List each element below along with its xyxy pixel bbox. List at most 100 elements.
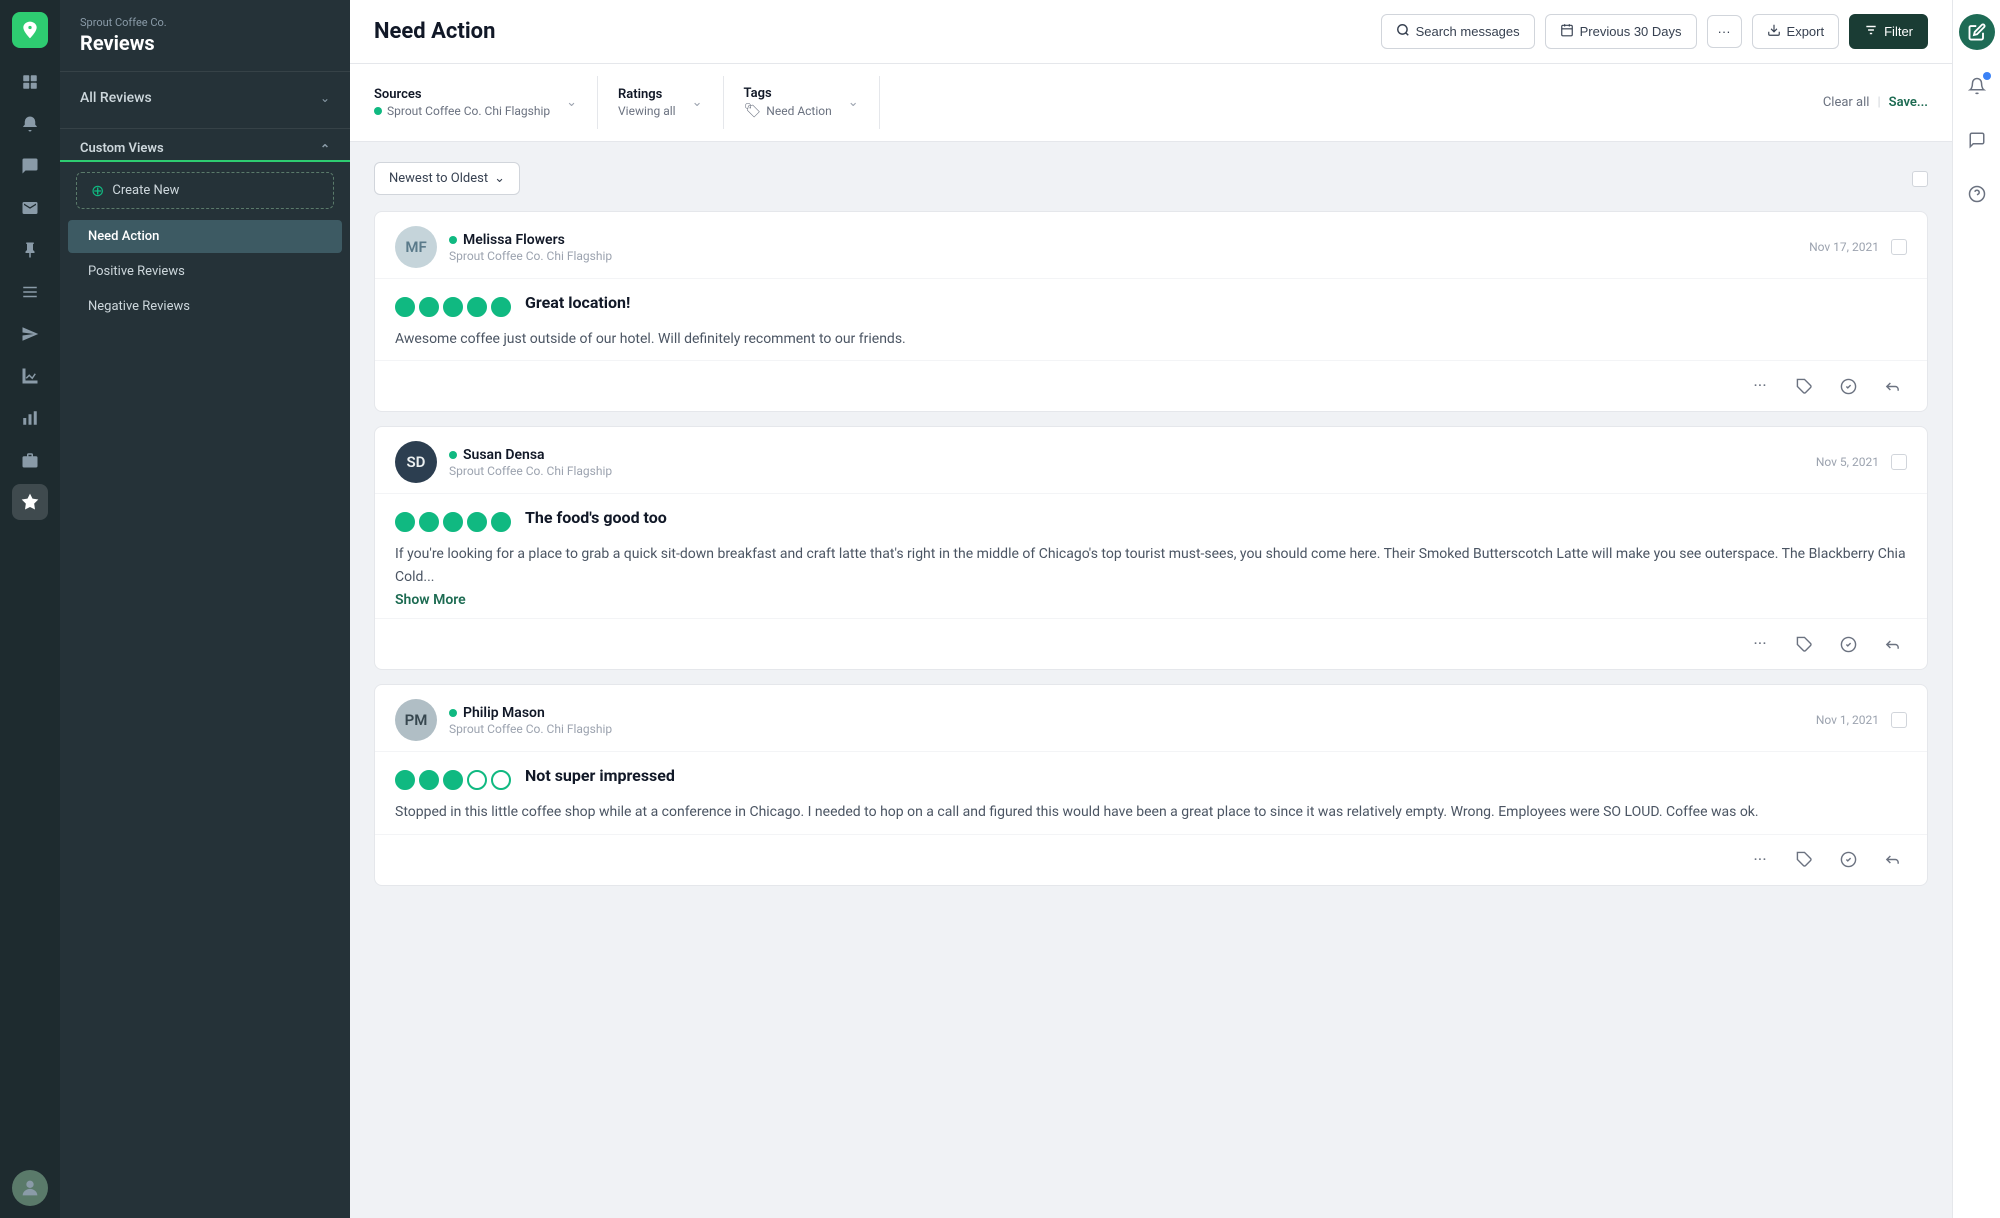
sidebar-item-need-action[interactable]: Need Action (68, 220, 342, 253)
review-actions: ··· (375, 618, 1927, 669)
sources-filter[interactable]: Sources Sprout Coffee Co. Chi Flagship ⌄ (374, 76, 598, 129)
reviewer-location: Sprout Coffee Co. Chi Flagship (449, 464, 612, 478)
filter-dropdowns: Sources Sprout Coffee Co. Chi Flagship ⌄… (374, 76, 880, 129)
sidebar-all-reviews[interactable]: All Reviews ⌄ (60, 80, 350, 116)
review-header: PM Philip Mason Sprout Coffee Co. Chi Fl… (375, 685, 1927, 752)
reply-action-icon[interactable] (1877, 845, 1907, 875)
nav-home-icon[interactable] (12, 64, 48, 100)
tag-action-icon[interactable] (1789, 845, 1819, 875)
all-reviews-chevron-icon: ⌄ (320, 91, 330, 105)
tags-filter[interactable]: Tags 🏷 Need Action ⌄ (724, 76, 880, 129)
resolve-action-icon[interactable] (1833, 845, 1863, 875)
custom-views-header[interactable]: Custom Views ⌃ (60, 133, 350, 162)
review-checkbox[interactable] (1891, 712, 1907, 728)
review-date: Nov 1, 2021 (1816, 713, 1879, 727)
review-date: Nov 5, 2021 (1816, 455, 1879, 469)
review-title: Great location! (525, 293, 630, 312)
chat-icon[interactable] (1959, 122, 1995, 158)
more-action-icon[interactable]: ··· (1745, 371, 1775, 401)
review-card: SD Susan Densa Sprout Coffee Co. Chi Fla… (374, 426, 1928, 670)
nav-bar-chart-icon[interactable] (12, 400, 48, 436)
nav-message-icon[interactable] (12, 148, 48, 184)
search-icon (1396, 23, 1410, 40)
sidebar-item-positive-reviews[interactable]: Positive Reviews (68, 255, 342, 288)
more-options-button[interactable]: ··· (1707, 15, 1742, 48)
page-title: Need Action (374, 19, 495, 44)
content-area: Newest to Oldest ⌄ MF Melissa Flowers Sp… (350, 142, 1952, 1218)
create-new-button[interactable]: ⊕ Create New (76, 172, 334, 209)
ratings-filter[interactable]: Ratings Viewing all ⌄ (598, 76, 723, 129)
user-info: Melissa Flowers Sprout Coffee Co. Chi Fl… (449, 232, 612, 263)
star-4 (467, 770, 487, 790)
online-status-dot (449, 236, 457, 244)
review-checkbox[interactable] (1891, 454, 1907, 470)
right-icon-panel (1952, 0, 2000, 1218)
filter-button[interactable]: Filter (1849, 14, 1928, 49)
review-checkbox[interactable] (1891, 239, 1907, 255)
save-filters-button[interactable]: Save... (1889, 95, 1928, 110)
star-2 (419, 512, 439, 532)
search-label: Search messages (1416, 24, 1520, 39)
reply-action-icon[interactable] (1877, 371, 1907, 401)
sources-chevron-icon: ⌄ (566, 95, 577, 110)
nav-inbox-icon[interactable] (12, 190, 48, 226)
online-status-dot (449, 451, 457, 459)
app-logo (12, 12, 48, 48)
user-avatar[interactable] (12, 1170, 48, 1206)
show-more-button[interactable]: Show More (395, 592, 466, 608)
more-action-icon[interactable]: ··· (1745, 845, 1775, 875)
filter-separator: | (1877, 95, 1880, 110)
resolve-action-icon[interactable] (1833, 629, 1863, 659)
topbar-actions: Search messages Previous 30 Days ··· Exp… (1381, 14, 1928, 49)
reviewer-location: Sprout Coffee Co. Chi Flagship (449, 249, 612, 263)
sort-dropdown[interactable]: Newest to Oldest ⌄ (374, 162, 520, 195)
star-3 (443, 297, 463, 317)
nav-briefcase-icon[interactable] (12, 442, 48, 478)
master-checkbox[interactable] (1912, 171, 1928, 187)
avatar: MF (395, 226, 437, 268)
sidebar-item-negative-reviews[interactable]: Negative Reviews (68, 290, 342, 323)
user-info: Susan Densa Sprout Coffee Co. Chi Flagsh… (449, 447, 612, 478)
more-action-icon[interactable]: ··· (1745, 629, 1775, 659)
nav-send-icon[interactable] (12, 316, 48, 352)
nav-list-icon[interactable] (12, 274, 48, 310)
export-button[interactable]: Export (1752, 14, 1840, 49)
review-body: Great location! Awesome coffee just outs… (375, 279, 1927, 360)
star-3 (443, 512, 463, 532)
filter-label: Filter (1884, 24, 1913, 39)
tag-action-icon[interactable] (1789, 629, 1819, 659)
date-range-button[interactable]: Previous 30 Days (1545, 14, 1697, 49)
user-info: Philip Mason Sprout Coffee Co. Chi Flags… (449, 705, 612, 736)
need-action-label: Need Action (88, 229, 159, 244)
custom-views-chevron-icon: ⌃ (320, 142, 330, 156)
create-new-plus-icon: ⊕ (91, 181, 104, 200)
icon-rail (0, 0, 60, 1218)
star-4 (467, 297, 487, 317)
ratings-chevron-icon: ⌄ (692, 95, 703, 110)
review-actions: ··· (375, 834, 1927, 885)
reply-action-icon[interactable] (1877, 629, 1907, 659)
tag-action-icon[interactable] (1789, 371, 1819, 401)
help-icon[interactable] (1959, 176, 1995, 212)
star-5 (491, 770, 511, 790)
nav-chart-icon[interactable] (12, 358, 48, 394)
export-label: Export (1787, 24, 1825, 39)
star-3 (443, 770, 463, 790)
resolve-action-icon[interactable] (1833, 371, 1863, 401)
filter-icon (1864, 23, 1878, 40)
nav-pin-icon[interactable] (12, 232, 48, 268)
clear-filters-button[interactable]: Clear all (1823, 95, 1870, 110)
tags-chevron-icon: ⌄ (848, 95, 859, 110)
compose-button[interactable] (1959, 14, 1995, 50)
filter-actions: Clear all | Save... (1823, 95, 1928, 110)
nav-star-icon[interactable] (12, 484, 48, 520)
review-text: If you're looking for a place to grab a … (395, 543, 1907, 588)
search-button[interactable]: Search messages (1381, 14, 1535, 49)
notifications-icon[interactable] (1959, 68, 1995, 104)
sources-value: Sprout Coffee Co. Chi Flagship (387, 104, 550, 118)
nav-bell-icon[interactable] (12, 106, 48, 142)
reviewer-location: Sprout Coffee Co. Chi Flagship (449, 722, 612, 736)
reviewer-name: Philip Mason (449, 705, 612, 721)
review-meta: Nov 17, 2021 (1809, 239, 1907, 255)
notification-badge (1983, 72, 1991, 80)
